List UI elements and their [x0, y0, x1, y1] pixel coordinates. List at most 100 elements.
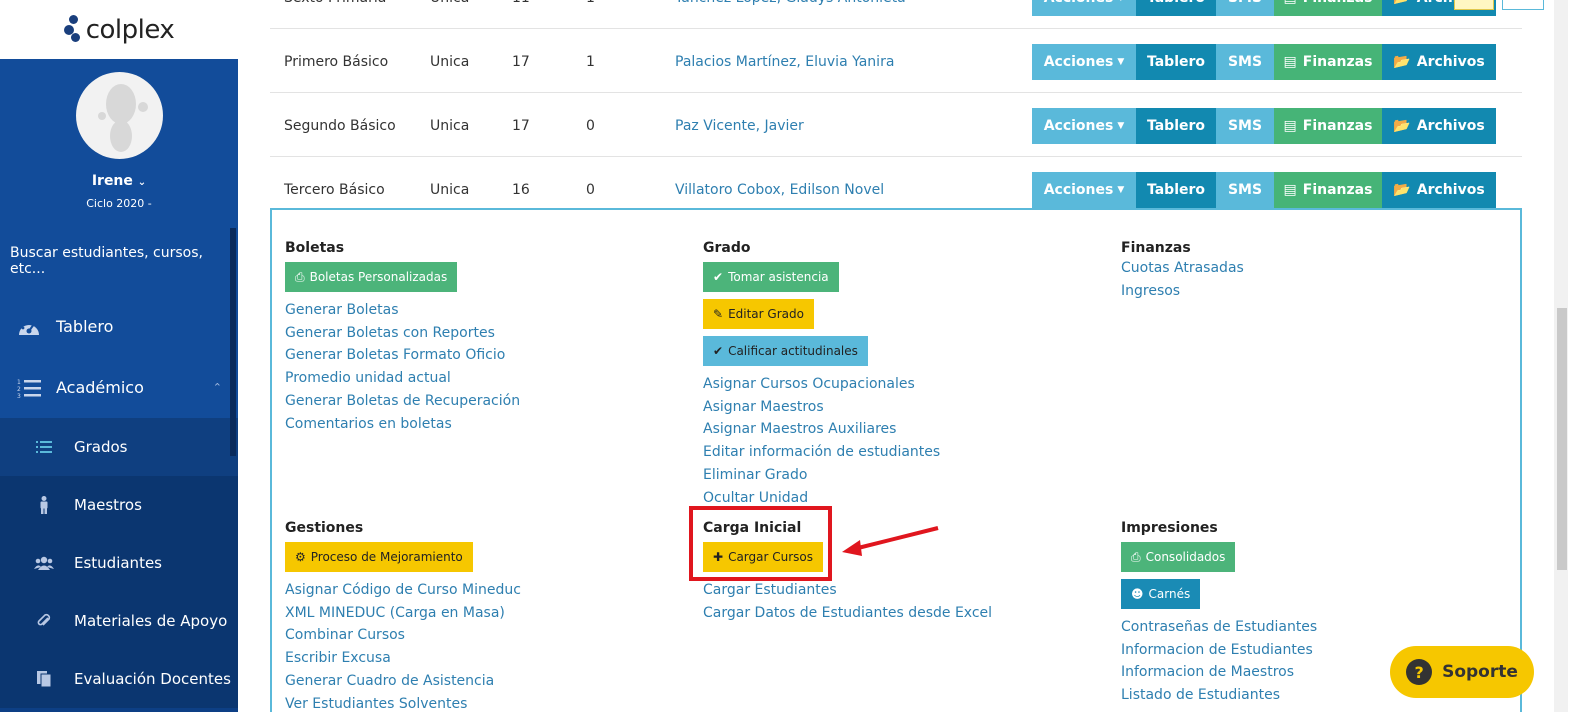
svg-text:1: 1 [17, 379, 21, 386]
caret-down-icon: ▼ [1117, 185, 1125, 195]
page-scrollbar-thumb[interactable] [1557, 308, 1567, 570]
acciones-button[interactable]: Acciones▼ [1032, 108, 1136, 144]
finanzas-button[interactable]: ▤Finanzas [1274, 0, 1382, 16]
proceso-mejoramiento-button[interactable]: ⚙ Proceso de Mejoramiento [285, 542, 473, 572]
support-label: Soporte [1442, 662, 1518, 682]
nav-label-tablero: Tablero [56, 317, 114, 336]
generar-boletas-oficio-link[interactable]: Generar Boletas Formato Oficio [285, 344, 520, 367]
asignar-cursos-link[interactable]: Asignar Cursos Ocupacionales [703, 373, 940, 396]
tablero-button[interactable]: Tablero [1136, 172, 1216, 208]
sidebar-item-grados[interactable]: Grados [0, 418, 238, 476]
eliminar-grado-link[interactable]: Eliminar Grado [703, 464, 940, 487]
cuadro-asistencia-link[interactable]: Generar Cuadro de Asistencia [285, 670, 521, 693]
archivos-button[interactable]: 📂Archivos [1382, 44, 1496, 80]
sidebar-label-materiales: Materiales de Apoyo [74, 612, 228, 630]
archivos-button[interactable]: 📂Archivos [1382, 108, 1496, 144]
comentarios-boletas-link[interactable]: Comentarios en boletas [285, 413, 520, 436]
sidebar-item-evaluacion[interactable]: Evaluación Docentes [0, 650, 238, 708]
grade-name: Segundo Básico [284, 117, 396, 134]
cargar-estudiantes-link[interactable]: Cargar Estudiantes [703, 579, 992, 602]
brand-name: colplex [85, 14, 175, 45]
ingresos-link[interactable]: Ingresos [1121, 280, 1244, 303]
sms-button[interactable]: SMS [1216, 44, 1274, 80]
acciones-button[interactable]: Acciones▼ [1032, 0, 1136, 16]
money-icon: ▤ [1284, 0, 1297, 6]
grade-actions-panel: Boletas ⎙ Boletas Personalizadas Generar … [270, 208, 1522, 712]
cuotas-atrasadas-link[interactable]: Cuotas Atrasadas [1121, 257, 1244, 280]
top-outline-button[interactable] [1502, 0, 1544, 10]
grade-count: 1 [586, 0, 595, 29]
combinar-cursos-link[interactable]: Combinar Cursos [285, 624, 521, 647]
grade-count: 1 [586, 53, 595, 70]
search-input[interactable]: Buscar estudiantes, cursos, etc... [0, 226, 238, 296]
support-button[interactable]: ? Soporte [1390, 646, 1534, 698]
editar-estudiantes-link[interactable]: Editar información de estudiantes [703, 441, 940, 464]
grade-name: Primero Básico [284, 53, 389, 70]
sidebar-scrollbar[interactable] [230, 228, 236, 456]
carnes-button[interactable]: ☻ Carnés [1121, 579, 1201, 609]
finanzas-button[interactable]: ▤Finanzas [1274, 44, 1382, 80]
teacher-link[interactable]: Tánchez López, Gladys Antonieta [675, 0, 906, 29]
asignar-maestros-auxiliares-link[interactable]: Asignar Maestros Auxiliares [703, 418, 940, 441]
sidebar-item-estudiantes[interactable]: Estudiantes [0, 534, 238, 592]
teacher-link[interactable]: Paz Vicente, Javier [675, 94, 804, 157]
sms-button[interactable]: SMS [1216, 108, 1274, 144]
boletas-personalizadas-button[interactable]: ⎙ Boletas Personalizadas [285, 262, 458, 292]
section-impresiones: Impresiones ⎙ Consolidados ☻ Carnés Contra… [1121, 520, 1317, 707]
teacher-link[interactable]: Palacios Martínez, Eluvia Yanira [675, 30, 894, 93]
sidebar-item-maestros[interactable]: Maestros [0, 476, 238, 534]
escribir-excusa-link[interactable]: Escribir Excusa [285, 647, 521, 670]
section-title: Gestiones [285, 520, 364, 536]
avatar[interactable] [75, 72, 163, 159]
sidebar-label-grados: Grados [74, 438, 128, 456]
person-icon [34, 496, 54, 514]
nav-item-tablero[interactable]: Tablero [0, 296, 238, 357]
sidebar-item-materiales[interactable]: Materiales de Apoyo [0, 592, 238, 650]
table-row: Sexto Primaria Unica 11 1 Tánchez López,… [270, 0, 1522, 29]
generar-boletas-reportes-link[interactable]: Generar Boletas con Reportes [285, 322, 520, 345]
sms-button[interactable]: SMS [1216, 172, 1274, 208]
paperclip-icon [34, 613, 54, 629]
acciones-button[interactable]: Acciones▼ [1032, 44, 1136, 80]
cargar-excel-link[interactable]: Cargar Datos de Estudiantes desde Excel [703, 602, 992, 625]
grade-students: 11 [512, 0, 530, 29]
svg-text:2: 2 [17, 386, 21, 393]
grade-students: 17 [512, 53, 530, 70]
estudiantes-solventes-link[interactable]: Ver Estudiantes Solventes [285, 693, 521, 712]
contrasenas-link[interactable]: Contraseñas de Estudiantes [1121, 616, 1317, 639]
boletas-recuperacion-link[interactable]: Generar Boletas de Recuperación [285, 390, 520, 413]
logo[interactable]: colplex [0, 0, 238, 59]
tomar-asistencia-button[interactable]: ✔ Tomar asistencia [703, 262, 839, 292]
grade-name: Sexto Primaria [284, 0, 386, 29]
folder-open-icon: 📂 [1393, 182, 1411, 198]
consolidados-button[interactable]: ⎙ Consolidados [1121, 542, 1236, 572]
top-yellow-button[interactable] [1454, 0, 1494, 10]
promedio-unidad-link[interactable]: Promedio unidad actual [285, 367, 520, 390]
info-maestros-link[interactable]: Informacion de Maestros [1121, 661, 1317, 684]
finanzas-button[interactable]: ▤Finanzas [1274, 108, 1382, 144]
listado-estudiantes-link[interactable]: Listado de Estudiantes [1121, 684, 1317, 707]
archivos-button[interactable]: 📂Archivos [1382, 172, 1496, 208]
info-estudiantes-link[interactable]: Informacion de Estudiantes [1121, 639, 1317, 662]
grade-count: 0 [586, 117, 595, 134]
tablero-button[interactable]: Tablero [1136, 0, 1216, 16]
printer-icon: ⎙ [1131, 549, 1141, 564]
sidebar-label-estudiantes: Estudiantes [74, 554, 162, 572]
tablero-button[interactable]: Tablero [1136, 44, 1216, 80]
nav-item-academico[interactable]: 123 Académico ⌃ [0, 357, 238, 418]
sms-button[interactable]: SMS [1216, 0, 1274, 16]
finanzas-button[interactable]: ▤Finanzas [1274, 172, 1382, 208]
xml-mineduc-link[interactable]: XML MINEDUC (Carga en Masa) [285, 602, 521, 625]
generar-boletas-link[interactable]: Generar Boletas [285, 299, 520, 322]
asignar-maestros-link[interactable]: Asignar Maestros [703, 396, 940, 419]
editar-grado-button[interactable]: ✎ Editar Grado [703, 299, 814, 329]
grade-students: 17 [512, 117, 530, 134]
section-gestiones: Gestiones ⚙ Proceso de Mejoramiento Asign… [285, 520, 521, 712]
user-menu[interactable]: Irene ⌄ [92, 173, 146, 189]
user-profile: Irene ⌄ Ciclo 2020 - [0, 59, 238, 226]
highlight-box [689, 506, 832, 581]
acciones-button[interactable]: Acciones▼ [1032, 172, 1136, 208]
calificar-actitudinales-button[interactable]: ✔ Calificar actitudinales [703, 336, 868, 366]
codigo-curso-mineduc-link[interactable]: Asignar Código de Curso Mineduc [285, 579, 521, 602]
tablero-button[interactable]: Tablero [1136, 108, 1216, 144]
